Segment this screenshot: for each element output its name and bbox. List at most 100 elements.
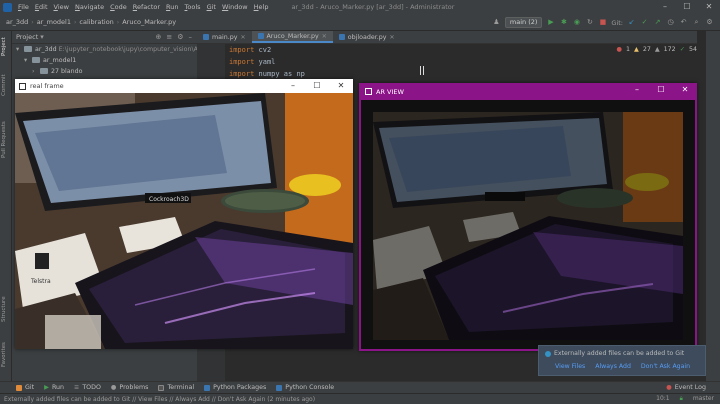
tree-item-blando[interactable]: › 27 blando — [12, 66, 197, 77]
menu-tools[interactable]: Tools — [182, 3, 204, 11]
collapse-all-icon[interactable]: ≡ — [166, 33, 172, 41]
menu-file[interactable]: File — [15, 3, 32, 11]
maximize-button[interactable]: ☐ — [676, 0, 698, 14]
ide-window-controls: – ☐ ✕ — [654, 0, 720, 14]
menu-run[interactable]: Run — [163, 3, 181, 11]
tool-tab-label: Terminal — [167, 384, 195, 391]
tab-label: objloader.py — [347, 33, 387, 41]
settings-icon[interactable]: ⚙ — [705, 18, 714, 27]
tab-aruco-marker-py[interactable]: Aruco_Marker.py ✕ — [251, 30, 333, 43]
collapse-arrow-icon[interactable]: › — [32, 66, 40, 77]
expand-arrow-icon[interactable]: ▾ — [24, 55, 32, 66]
rollback-icon[interactable]: ↶ — [679, 18, 688, 27]
tool-tab-git[interactable]: Git — [16, 384, 34, 391]
caret-position[interactable]: 10:1 — [656, 395, 669, 403]
tool-tab-run[interactable]: ▶ Run — [44, 384, 64, 391]
close-tab-icon[interactable]: ✕ — [240, 31, 245, 44]
lock-icon[interactable]: 🔒︎ — [680, 395, 683, 403]
tool-tab-terminal[interactable]: Terminal — [158, 384, 194, 391]
breadcrumb-subfolder[interactable]: calibration — [76, 18, 116, 26]
git-commit-icon[interactable]: ✓ — [640, 18, 649, 27]
menu-git[interactable]: Git — [204, 3, 219, 11]
menu-help[interactable]: Help — [251, 3, 272, 11]
locate-icon[interactable]: ⊕ — [155, 33, 161, 41]
tool-tab-problems[interactable]: ● Problems — [111, 384, 149, 391]
tool-tab-label: TODO — [82, 384, 101, 391]
tab-objloader-py[interactable]: objloader.py ✕ — [333, 31, 401, 43]
history-icon[interactable]: ◷ — [666, 18, 675, 27]
menu-refactor[interactable]: Refactor — [130, 3, 163, 11]
event-log-button[interactable]: ● Event Log — [666, 384, 720, 391]
menu-view[interactable]: View — [51, 3, 72, 11]
expand-arrow-icon[interactable]: ▾ — [16, 44, 24, 55]
stripe-tab-structure[interactable]: Structure — [1, 293, 11, 325]
stripe-tab-pull-requests[interactable]: Pull Requests — [1, 115, 11, 165]
menu-code[interactable]: Code — [107, 3, 130, 11]
close-tab-icon[interactable]: ✕ — [389, 31, 394, 44]
tab-main-py[interactable]: main.py ✕ — [197, 31, 252, 43]
real-frame-title: real frame — [30, 82, 64, 90]
close-tab-icon[interactable]: ✕ — [322, 30, 327, 43]
tool-tab-label: Python Packages — [213, 384, 267, 391]
menu-window[interactable]: Window — [219, 3, 251, 11]
real-frame-titlebar[interactable]: real frame – ☐ ✕ — [15, 79, 353, 93]
git-push-icon[interactable]: ↗ — [653, 18, 662, 27]
tool-tab-label: Problems — [119, 384, 149, 391]
tree-item-label: ar_model1 — [43, 57, 77, 64]
minimize-button[interactable]: – — [281, 79, 305, 93]
project-panel-title[interactable]: Project — [16, 33, 38, 41]
coverage-icon[interactable]: ◉ — [572, 18, 581, 27]
close-button[interactable]: ✕ — [329, 79, 353, 93]
close-button[interactable]: ✕ — [698, 0, 720, 14]
code-line: import cv2 — [229, 46, 271, 54]
breadcrumb-project[interactable]: ar_3dd — [3, 18, 31, 26]
chevron-down-icon[interactable]: ▾ — [40, 33, 44, 41]
monitor-brand-text: Cockroach3D — [149, 196, 189, 203]
hide-panel-icon[interactable]: – — [189, 33, 193, 41]
menu-bar: File Edit View Navigate Code Refactor Ru… — [0, 0, 720, 14]
window-icon — [365, 88, 372, 95]
minimize-button[interactable]: – — [625, 83, 649, 97]
stripe-tab-favorites[interactable]: Favorites — [1, 339, 11, 371]
stop-icon[interactable]: ■ — [598, 18, 607, 27]
tool-tab-python-packages[interactable]: Python Packages — [204, 384, 266, 391]
status-message[interactable]: Externally added files can be added to G… — [4, 396, 315, 403]
tool-tab-python-console[interactable]: Python Console — [276, 384, 334, 391]
git-update-icon[interactable]: ↙ — [627, 18, 636, 27]
maximize-button[interactable]: ☐ — [305, 79, 329, 93]
code-keyword: import — [229, 58, 255, 66]
inspection-widget[interactable]: ● 1 ▲ 27 ▲ 172 ✓ 54 — [616, 46, 697, 53]
tree-item-root[interactable]: ▾ ar_3dd E:\jupyter_notebook\jupy\compute… — [12, 44, 226, 55]
menu-navigate[interactable]: Navigate — [72, 3, 107, 11]
run-config-select[interactable]: main (2) — [504, 17, 543, 28]
stripe-tab-commit[interactable]: Commit — [1, 71, 11, 99]
event-log-label: Event Log — [674, 384, 706, 391]
dont-ask-again-link[interactable]: Don't Ask Again — [641, 363, 690, 370]
user-icon[interactable]: ♟ — [492, 18, 501, 27]
tool-tab-todo[interactable]: ≡ TODO — [74, 384, 101, 391]
breadcrumb-folder[interactable]: ar_model1 — [34, 18, 74, 26]
run-icon[interactable]: ▶ — [546, 18, 555, 27]
minimize-button[interactable]: – — [654, 0, 676, 14]
git-branch-widget[interactable]: master — [693, 395, 714, 403]
search-icon[interactable]: ⌕ — [692, 18, 701, 27]
options-icon[interactable]: ⚙ — [177, 33, 183, 41]
stripe-tab-project[interactable]: Project — [1, 35, 11, 59]
breadcrumb-file[interactable]: Aruco_Marker.py — [119, 18, 179, 26]
profile-icon[interactable]: ↻ — [585, 18, 594, 27]
weak-warning-count: 172 — [663, 46, 676, 53]
event-log-icon: ● — [666, 384, 672, 391]
code-line: import numpy as np — [229, 70, 305, 78]
real-frame-window[interactable]: real frame – ☐ ✕ Cockroach3D Telstra — [15, 79, 353, 349]
tree-item-ar-model1[interactable]: ▾ ar_model1 — [12, 55, 197, 66]
maximize-button[interactable]: ☐ — [649, 83, 673, 97]
typo-icon: ✓ — [679, 46, 685, 53]
ar-view-titlebar[interactable]: AR VIEW – ☐ ✕ — [359, 83, 697, 100]
always-add-link[interactable]: Always Add — [595, 363, 631, 370]
ar-view-window[interactable]: AR VIEW – ☐ ✕ — [359, 83, 697, 351]
debug-icon[interactable]: ✱ — [559, 18, 568, 27]
view-files-link[interactable]: View Files — [555, 363, 585, 370]
menu-edit[interactable]: Edit — [32, 3, 51, 11]
close-button[interactable]: ✕ — [673, 83, 697, 97]
code-keyword: import — [229, 70, 255, 78]
